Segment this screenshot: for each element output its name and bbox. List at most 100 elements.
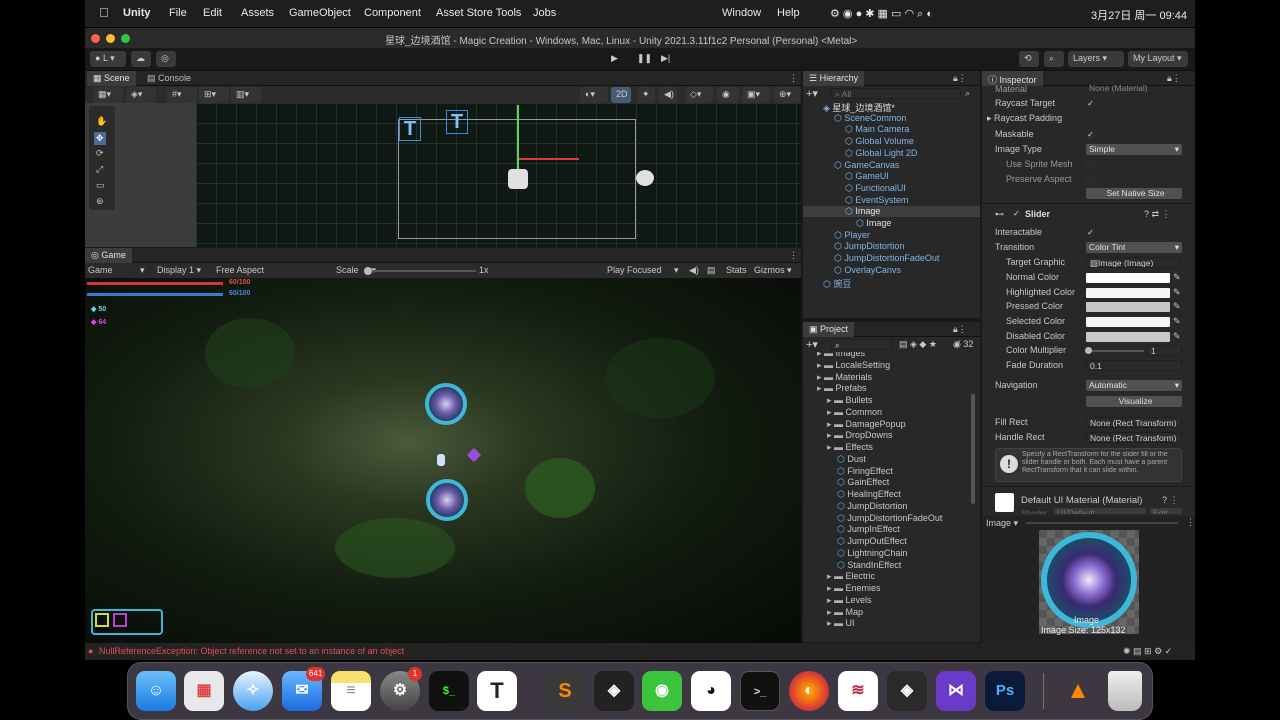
maskable-checkbox[interactable]: ✓	[1086, 130, 1095, 139]
error-message[interactable]: NullReferenceException: Object reference…	[99, 646, 404, 656]
fill-rect-field[interactable]: None (Rect Transform)	[1086, 417, 1182, 428]
launchpad-icon[interactable]: ▦	[184, 671, 224, 711]
project-item[interactable]: ▸ ▬ Images	[817, 352, 865, 359]
tab-project[interactable]: ▣ Project	[803, 322, 855, 337]
target-graphic-field[interactable]: ▧Image (Image)	[1086, 257, 1180, 268]
snap-icon[interactable]: ⊞▾	[199, 87, 229, 103]
menu-help[interactable]: Help	[777, 7, 800, 19]
status-icons[interactable]: ⚙ ◉ ● ✱ ▦ ▭ ◠ ⌕ ◐	[830, 7, 933, 21]
hierarchy-item[interactable]: ⬡ GameCanvas	[834, 160, 899, 171]
status-icons-right[interactable]: ✺ ▤ ⊞ ⚙ ✓	[1123, 646, 1172, 657]
finder-icon[interactable]: ☺	[136, 671, 176, 711]
menu-window[interactable]: Window	[722, 7, 761, 19]
project-item[interactable]: ⬡ Dust	[837, 454, 866, 465]
lock-icon[interactable]: 🔒︎⋮	[953, 324, 967, 335]
project-item[interactable]: ⬡ JumpDistortion	[837, 501, 907, 512]
sublime-icon[interactable]: S	[545, 671, 585, 711]
hierarchy-item[interactable]: ⬡ Global Volume	[845, 136, 914, 147]
notes-icon[interactable]: ≡	[331, 671, 371, 711]
toggle-2d-button[interactable]: 2D	[611, 87, 631, 103]
terminal-icon[interactable]: $_	[429, 671, 469, 711]
fade-duration-field[interactable]: 0.1	[1086, 360, 1182, 371]
project-item[interactable]: ⬡ JumpOutEffect	[837, 536, 907, 547]
preview-menu-icon[interactable]: ⋮	[1186, 517, 1195, 528]
eyedropper-icon[interactable]: ✎	[1173, 331, 1181, 342]
menu-asset-store-tools[interactable]: Asset Store Tools	[436, 7, 521, 19]
hierarchy-item[interactable]: ⬡ Player	[834, 230, 870, 241]
hierarchy-item[interactable]: ⬡ JumpDistortion	[834, 241, 904, 252]
project-item[interactable]: ▸ ▬ DropDowns	[827, 430, 893, 441]
grid-icon[interactable]: #▾	[167, 87, 197, 103]
skill-slot-icon[interactable]	[113, 613, 127, 627]
filter-icons[interactable]: ▤ ◈ ◆ ★	[899, 339, 937, 350]
hierarchy-item[interactable]: ⬡ SceneCommon	[834, 113, 906, 124]
game-view[interactable]: 60/100 60/100 ◆ 50 ◆ 64	[85, 278, 801, 643]
handle-rect-field[interactable]: None (Rect Transform)	[1086, 432, 1182, 443]
hierarchy-item[interactable]: ⬡ GameUI	[845, 171, 889, 182]
project-scrollbar[interactable]	[971, 394, 975, 504]
shader-dropdown[interactable]: UI/Default	[1054, 508, 1146, 514]
game-view-dropdown[interactable]: Game ▾	[88, 265, 145, 276]
transition-dropdown[interactable]: Color Tint ▾	[1086, 242, 1182, 253]
close-window-button[interactable]	[91, 34, 100, 43]
color-swatch[interactable]	[1086, 331, 1170, 342]
panel-menu-icon[interactable]: ⋮	[789, 73, 798, 84]
color-swatch[interactable]	[1086, 302, 1170, 313]
vlc-icon[interactable]: ▲	[1058, 671, 1098, 711]
text-gizmo-icon[interactable]: T	[446, 110, 468, 134]
project-item[interactable]: ⬡ GainEffect	[837, 477, 889, 488]
hierarchy-item[interactable]: ⬡ 豌豆	[823, 277, 851, 290]
stats-button[interactable]: Stats	[726, 265, 747, 275]
add-icon[interactable]: +▾	[806, 87, 818, 100]
iterm-icon[interactable]: >_	[740, 671, 780, 711]
play-focused-dropdown[interactable]: Play Focused ▾	[607, 265, 679, 276]
project-item[interactable]: ▸ ▬ Prefabs	[817, 383, 867, 394]
color-swatch[interactable]	[1086, 317, 1170, 328]
step-button[interactable]: ▶|	[656, 51, 676, 67]
visual-studio-icon[interactable]: ⋈	[936, 671, 976, 711]
wechat-icon[interactable]: ◉	[642, 671, 682, 711]
project-item[interactable]: ▸ ▬ LocaleSetting	[817, 360, 890, 371]
hand-tool-icon[interactable]: ✋	[96, 116, 107, 127]
selected-object[interactable]	[508, 169, 528, 189]
material-field[interactable]: None (Material)	[1086, 83, 1180, 94]
preview-dropdown[interactable]: Image ▾	[986, 518, 1018, 529]
raycast-target-checkbox[interactable]: ✓	[1086, 99, 1095, 108]
tab-game[interactable]: ◎ Game	[85, 248, 132, 263]
navigation-dropdown[interactable]: Automatic ▾	[1086, 380, 1182, 391]
menu-edit[interactable]: Edit	[203, 7, 222, 19]
qq-icon[interactable]: ◕	[691, 671, 731, 711]
project-item[interactable]: ⬡ JumpDistortionFadeOut	[837, 513, 942, 524]
hierarchy-search-input[interactable]: ⌕ All	[831, 88, 961, 99]
visibility-icon[interactable]: ◉	[717, 87, 739, 103]
preserve-aspect-checkbox[interactable]	[1086, 175, 1095, 184]
project-item[interactable]: ⬡ LightningChain	[837, 548, 907, 559]
panel-menu-icon[interactable]: ⋮	[789, 250, 798, 261]
color-multiplier-field[interactable]: 1	[1147, 345, 1182, 356]
project-item[interactable]: ▸ ▬ Electric	[827, 571, 875, 582]
typora-icon[interactable]: T	[477, 671, 517, 711]
hierarchy-item[interactable]: ⬡ Global Light 2D	[845, 148, 917, 159]
project-item[interactable]: ⬡ FiringEffect	[837, 466, 893, 477]
add-icon[interactable]: +▾	[806, 338, 818, 351]
draw-mode-icon[interactable]: ▦▾	[93, 87, 123, 103]
scale-slider[interactable]	[366, 270, 476, 272]
layers-dropdown[interactable]: Layers ▾	[1068, 51, 1124, 67]
account-dropdown[interactable]: ● L ▾	[90, 51, 126, 67]
scene-view[interactable]: ✋ ✥ ⟳ ⤢ ▭ ⊛ T T	[85, 103, 801, 247]
keyboard-icon[interactable]: ▤	[707, 265, 716, 276]
slider-enabled-checkbox[interactable]: ✓	[1012, 209, 1021, 218]
pause-button[interactable]: ❚❚	[632, 51, 652, 67]
project-item[interactable]: ▸ ▬ Bullets	[827, 395, 873, 406]
search-options-icon[interactable]: ⌕	[965, 88, 970, 99]
collab-icon[interactable]: ◎	[156, 51, 176, 67]
project-item[interactable]: ⬡ StandInEffect	[837, 560, 901, 571]
color-multiplier-slider[interactable]	[1086, 350, 1144, 352]
increment-snap-icon[interactable]: ▥▾	[231, 87, 261, 103]
photoshop-icon[interactable]: Ps	[985, 671, 1025, 711]
effects-icon[interactable]: ◇▾	[685, 87, 713, 103]
minimize-window-button[interactable]	[106, 34, 115, 43]
search-icon[interactable]: ⌕	[1044, 51, 1064, 67]
zoom-window-button[interactable]	[121, 34, 130, 43]
safari-icon[interactable]: ✧	[233, 671, 273, 711]
